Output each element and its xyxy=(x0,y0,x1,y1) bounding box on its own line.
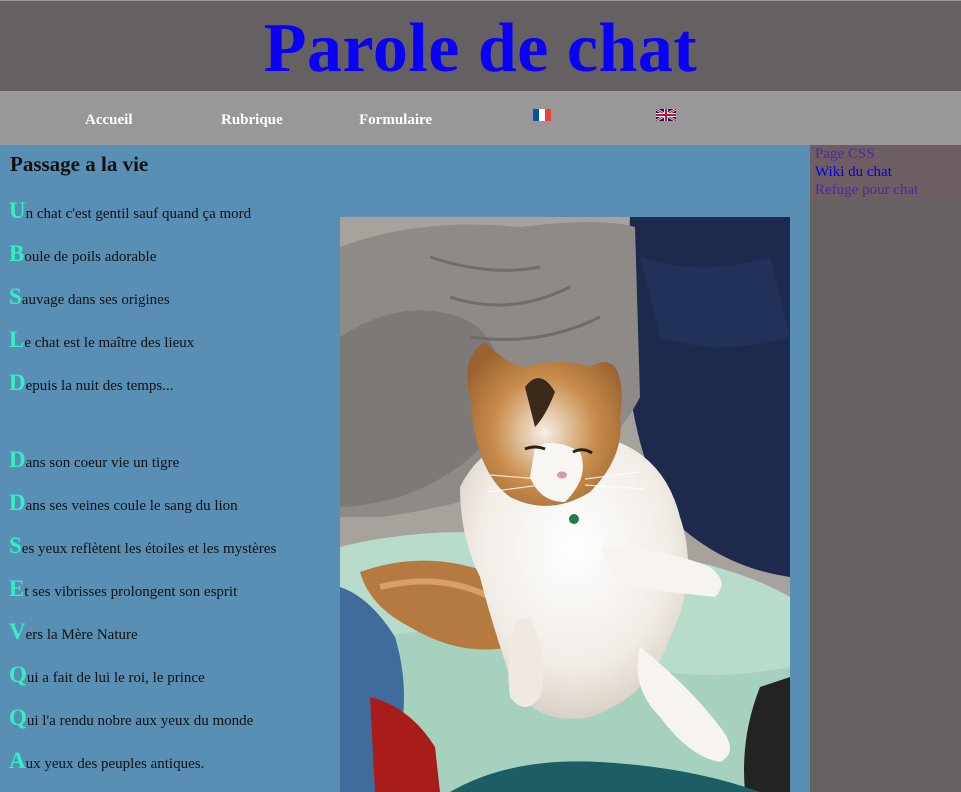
drop-cap: D xyxy=(9,447,26,472)
link-page-css[interactable]: Page CSS xyxy=(815,145,961,163)
drop-cap: D xyxy=(9,490,26,515)
verse-text: ans ses veines coule le sang du lion xyxy=(25,498,238,514)
verse-text: ui l'a rendu nobre aux yeux du monde xyxy=(26,713,254,729)
poem-verse: Le chat est le maître des lieux xyxy=(9,327,194,353)
verse-text: ans son coeur vie un tigre xyxy=(25,455,180,471)
drop-cap: D xyxy=(9,370,26,395)
poem-verse: Vers la Mère Nature xyxy=(9,619,138,645)
poem-verse: Sauvage dans ses origines xyxy=(9,284,170,310)
drop-cap: E xyxy=(9,576,25,601)
drop-cap: S xyxy=(9,284,22,309)
poem-verse: Qui a fait de lui le roi, le prince xyxy=(9,662,205,688)
verse-text: oule de poils adorable xyxy=(24,249,157,265)
verse-text: e chat est le maître des lieux xyxy=(24,335,195,351)
poem-verse: Depuis la nuit des temps... xyxy=(9,370,174,396)
sidebar-links: Page CSS Wiki du chat Refuge pour chat xyxy=(810,145,961,200)
main-content: Passage a la vie Un chat c'est gentil sa… xyxy=(0,145,810,792)
site-header: Parole de chat xyxy=(0,0,961,91)
verse-text: auvage dans ses origines xyxy=(21,292,170,308)
french-flag-icon[interactable] xyxy=(532,109,552,121)
poem-verse: Un chat c'est gentil sauf quand ça mord xyxy=(9,198,251,224)
drop-cap: A xyxy=(9,748,26,773)
verse-text: ers la Mère Nature xyxy=(25,627,138,643)
poem-verse: Boule de poils adorable xyxy=(9,241,156,267)
nav-link-rubrique[interactable]: Rubrique xyxy=(221,112,283,129)
verse-text: t ses vibrisses prolongent son esprit xyxy=(24,584,238,600)
main-navbar: Accueil Rubrique Formulaire xyxy=(0,91,961,145)
verse-text: n chat c'est gentil sauf quand ça mord xyxy=(25,206,252,222)
drop-cap: Q xyxy=(9,705,27,730)
poem-verse: Ses yeux reflètent les étoiles et les my… xyxy=(9,533,276,559)
site-title: Parole de chat xyxy=(263,10,698,87)
cat-photo xyxy=(340,217,790,792)
drop-cap: V xyxy=(9,619,26,644)
page-heading: Passage a la vie xyxy=(10,152,149,176)
uk-flag-icon[interactable] xyxy=(656,109,676,121)
poem-verse: Qui l'a rendu nobre aux yeux du monde xyxy=(9,705,253,731)
poem-verse: Et ses vibrisses prolongent son esprit xyxy=(9,576,237,602)
drop-cap: B xyxy=(9,241,25,266)
link-refuge-pour-chat[interactable]: Refuge pour chat xyxy=(815,181,961,199)
poem-verse: Dans ses veines coule le sang du lion xyxy=(9,490,238,516)
verse-text: epuis la nuit des temps... xyxy=(25,378,174,394)
sidebar: Page CSS Wiki du chat Refuge pour chat xyxy=(810,145,961,792)
verse-text: ux yeux des peuples antiques. xyxy=(25,756,205,772)
nav-link-accueil[interactable]: Accueil xyxy=(85,112,132,129)
verse-text: ui a fait de lui le roi, le prince xyxy=(26,670,205,686)
poem-verse: Aux yeux des peuples antiques. xyxy=(9,748,204,774)
nav-link-formulaire[interactable]: Formulaire xyxy=(359,112,432,129)
drop-cap: Q xyxy=(9,662,27,687)
drop-cap: S xyxy=(9,533,22,558)
drop-cap: L xyxy=(9,327,25,352)
verse-text: es yeux reflètent les étoiles et les mys… xyxy=(21,541,277,557)
drop-cap: U xyxy=(9,198,26,223)
poem-verse: Dans son coeur vie un tigre xyxy=(9,447,179,473)
link-wiki-du-chat[interactable]: Wiki du chat xyxy=(815,163,961,181)
